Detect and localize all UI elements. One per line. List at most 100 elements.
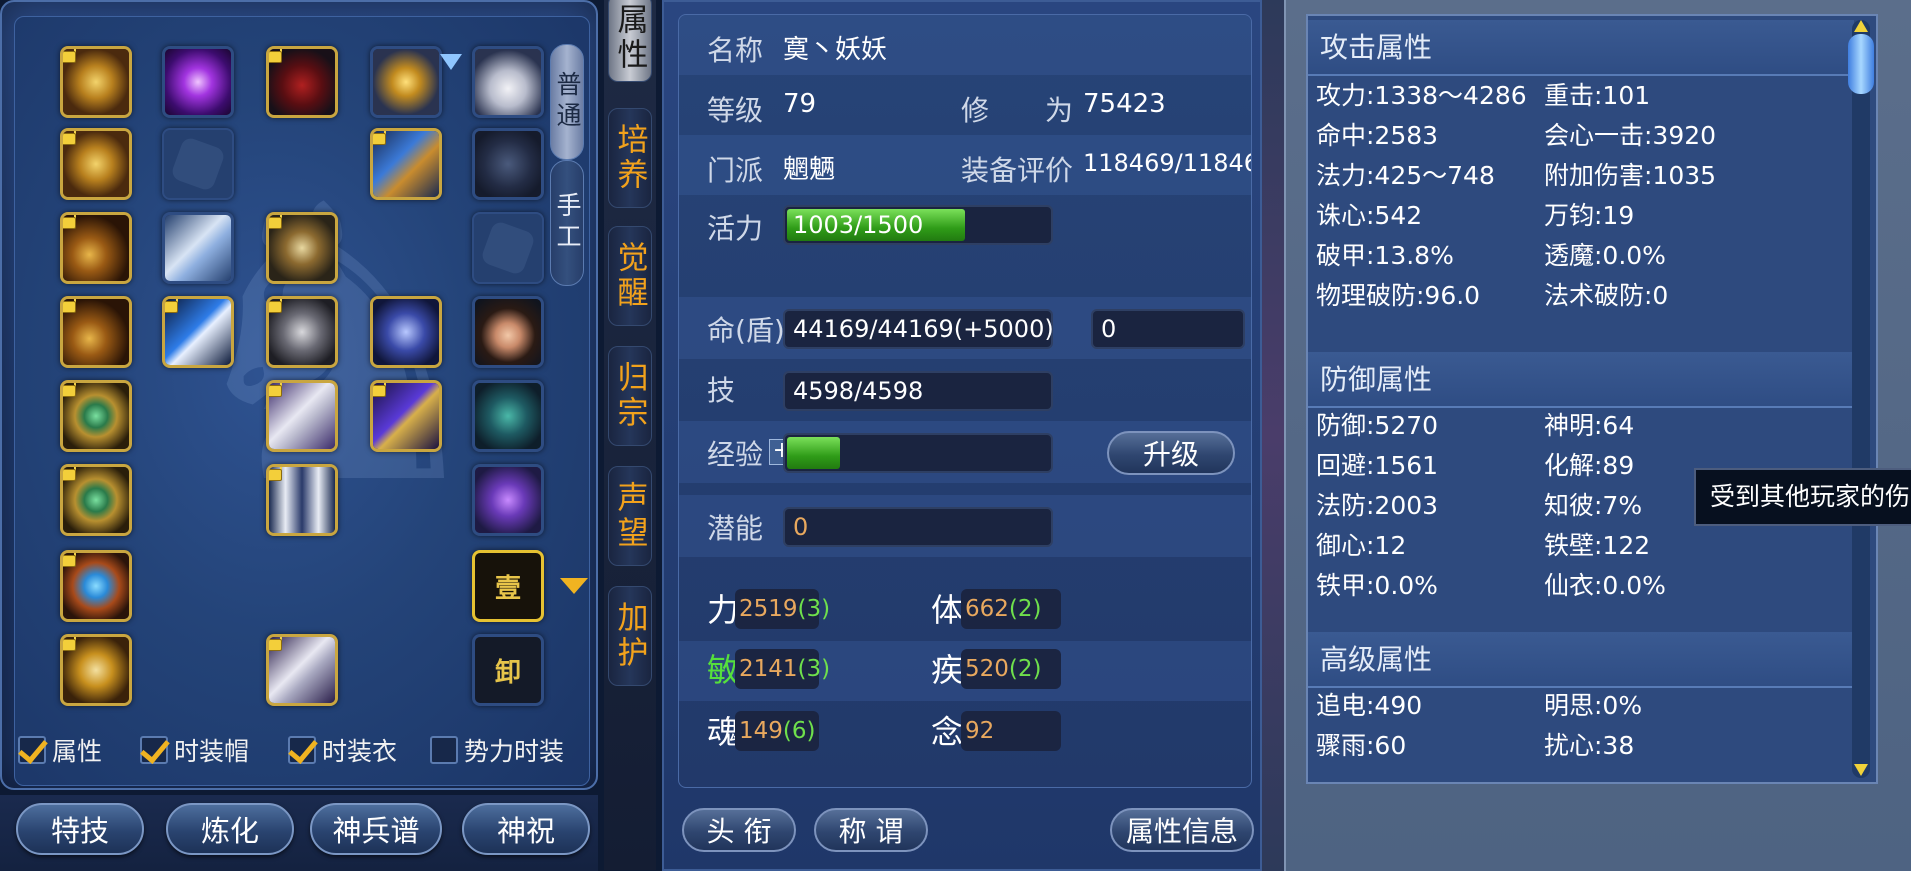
attribute-item: 会心一击:3920: [1544, 121, 1717, 150]
character-info-area: 名称 寞丶妖妖 等级 79 修 为 75423 门派 魍魉 装备评价 11846…: [678, 14, 1252, 788]
equip-slot-neck-gold[interactable]: [60, 128, 132, 200]
checkbox-unchecked-icon: [430, 736, 458, 764]
background-strip: [1262, 0, 1284, 871]
scroll-thumb[interactable]: [1848, 34, 1874, 94]
character-panel: 名称 寞丶妖妖 等级 79 修 为 75423 门派 魍魉 装备评价 11846…: [662, 0, 1262, 871]
equip-slot-talisman[interactable]: [370, 296, 442, 368]
upgrade-button[interactable]: 升级: [1107, 431, 1235, 475]
attribute-scrollbar[interactable]: [1848, 20, 1874, 778]
tab-normal[interactable]: 普通: [550, 44, 584, 160]
lock-icon: [269, 467, 282, 481]
equip-slot-weapon-blue[interactable]: [370, 128, 442, 200]
checkbox-checked-icon: [140, 736, 168, 764]
blessing-button[interactable]: 神祝: [462, 803, 590, 855]
equip-slot-charm[interactable]: [60, 634, 132, 706]
skill-label: 技: [707, 374, 736, 407]
equip-slot-orb[interactable]: [162, 46, 234, 118]
equip-slot-ornament[interactable]: [370, 46, 442, 118]
refine-button[interactable]: 炼化: [166, 803, 294, 855]
character-portrait[interactable]: [472, 296, 544, 368]
attribute-item: 铁壁:122: [1544, 531, 1651, 560]
scroll-down-icon[interactable]: [1854, 764, 1868, 776]
equip-slot-mark-one[interactable]: 壹: [472, 550, 544, 622]
equip-slot-boots[interactable]: [266, 634, 338, 706]
equip-slot-wings[interactable]: [162, 212, 234, 284]
tab-return-sect[interactable]: 归宗: [608, 346, 652, 446]
attribute-item: 命中:2583: [1316, 121, 1439, 150]
equip-slot-mask[interactable]: [266, 296, 338, 368]
tab-crafted[interactable]: 手工: [550, 160, 584, 286]
scroll-up-icon[interactable]: [1854, 20, 1868, 32]
sect-value: 魍魉: [783, 155, 836, 185]
equip-slot-head-gold[interactable]: [60, 46, 132, 118]
equip-slot-sword[interactable]: [162, 296, 234, 368]
stat-agility-value: 2141(3): [735, 649, 830, 689]
sect-label: 门派: [707, 154, 764, 187]
tab-protection[interactable]: 加护: [608, 586, 652, 686]
equip-slot-bracelet[interactable]: [60, 212, 132, 284]
exp-bar: [783, 433, 1053, 473]
checkbox-attribute[interactable]: 属性: [18, 732, 102, 768]
equip-slot-fashion-cloth[interactable]: [266, 380, 338, 452]
sect-row: 门派 魍魉 装备评价 118469/118469: [679, 135, 1251, 195]
hp-row: 命(盾) 44169/44169(+5000) 0: [679, 297, 1251, 359]
equip-slot-empty[interactable]: [472, 212, 544, 284]
tab-awaken[interactable]: 觉醒: [608, 226, 652, 326]
equip-slot-amulet[interactable]: [60, 550, 132, 622]
equip-slot-helmet[interactable]: [266, 46, 338, 118]
equip-slot-empty[interactable]: [162, 128, 234, 200]
attack-section-header: 攻击属性: [1308, 20, 1854, 76]
equip-slot-mark-unload[interactable]: 卸: [472, 634, 544, 706]
divine-weapon-book-button[interactable]: 神兵谱: [310, 803, 442, 855]
attribute-item: 破甲:13.8%: [1316, 241, 1454, 270]
equip-slot-bracelet-2[interactable]: [60, 296, 132, 368]
tab-attributes[interactable]: 属性: [608, 0, 652, 82]
title-button[interactable]: 头 衔: [682, 808, 796, 852]
equip-slot-mount[interactable]: [472, 380, 544, 452]
gear-score-value: 118469/118469: [1083, 149, 1251, 177]
equip-slot-ring[interactable]: [60, 380, 132, 452]
attribute-item: 法力:425～748: [1316, 161, 1495, 190]
tab-cultivate[interactable]: 培养: [608, 108, 652, 208]
exp-row: 经验 + 升级: [679, 421, 1251, 483]
lock-icon: [63, 553, 76, 567]
equip-slot-armor[interactable]: [266, 212, 338, 284]
attribute-item: 追电:490: [1316, 691, 1423, 720]
checkbox-faction-fashion[interactable]: 势力时装: [430, 732, 564, 768]
equip-slot-pet[interactable]: [472, 464, 544, 536]
lock-icon: [63, 637, 76, 651]
equip-slot-ring-2[interactable]: [60, 464, 132, 536]
attribute-item: 重击:101: [1544, 81, 1651, 110]
tab-reputation[interactable]: 声望: [608, 466, 652, 566]
equip-slot-fashion-hat[interactable]: [472, 46, 544, 118]
equip-slot-pants[interactable]: [266, 464, 338, 536]
stat-speed-label: 疾: [931, 651, 964, 689]
lock-icon: [269, 49, 282, 63]
attribute-item: 透魔:0.0%: [1544, 241, 1666, 270]
gear-score-label: 装备评价: [961, 154, 1074, 187]
special-skill-button[interactable]: 特技: [16, 803, 144, 855]
attribute-item: 知彼:7%: [1544, 491, 1643, 520]
stat-constitution-value: 662(2): [961, 589, 1061, 629]
lock-icon: [63, 49, 76, 63]
checkbox-fashion-cloth[interactable]: 时装衣: [288, 732, 397, 768]
stat-constitution-label: 体: [931, 591, 964, 629]
level-row: 等级 79 修 为 75423: [679, 75, 1251, 135]
appellation-button[interactable]: 称 谓: [814, 808, 928, 852]
equip-slot-staff[interactable]: [370, 380, 442, 452]
shield-value: 0: [1091, 309, 1245, 349]
lock-icon: [269, 299, 282, 313]
attribute-item: 诛心:542: [1316, 201, 1423, 230]
checkbox-fashion-hat[interactable]: 时装帽: [140, 732, 249, 768]
stat-mind-value: 92: [961, 711, 1061, 751]
triangle-down-icon[interactable]: [560, 578, 588, 594]
character-name: 寞丶妖妖: [783, 35, 888, 65]
equip-slot-fashion-armor[interactable]: [472, 128, 544, 200]
vitality-label: 活力: [707, 212, 764, 245]
triangle-up-icon[interactable]: [440, 54, 462, 70]
attribute-item: 铁甲:0.0%: [1316, 571, 1438, 600]
lock-icon: [269, 637, 282, 651]
attribute-info-button[interactable]: 属性信息: [1110, 808, 1254, 852]
attribute-item: 法术破防:0: [1544, 281, 1669, 310]
level-value: 79: [783, 89, 817, 119]
